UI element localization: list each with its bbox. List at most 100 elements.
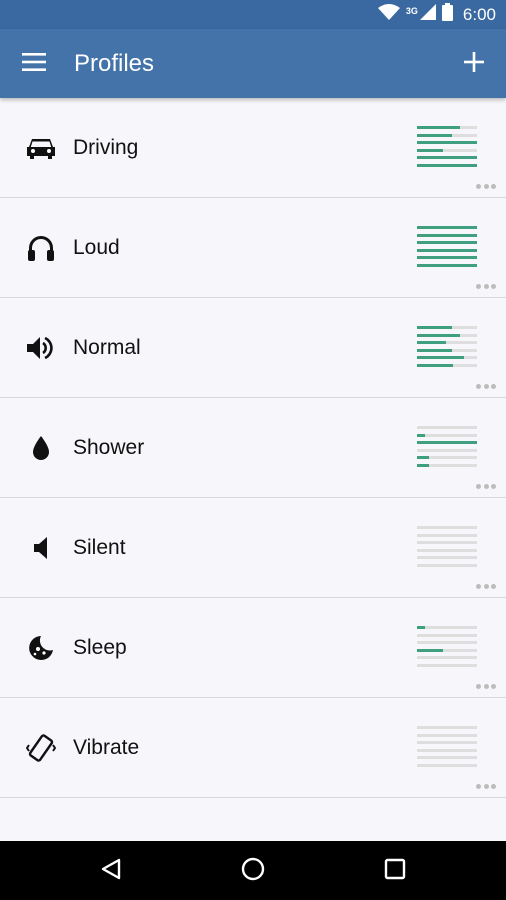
profile-row-shower[interactable]: Shower bbox=[0, 398, 506, 498]
headphones-icon bbox=[26, 233, 56, 263]
level-bar bbox=[417, 533, 477, 537]
level-bar bbox=[417, 363, 477, 367]
level-bar-fill bbox=[417, 626, 426, 629]
level-bar bbox=[417, 626, 477, 629]
level-bar bbox=[417, 656, 477, 659]
level-bar bbox=[417, 448, 477, 452]
level-bar-fill bbox=[417, 441, 477, 444]
level-bar bbox=[417, 256, 477, 259]
profile-row-loud[interactable]: Loud bbox=[0, 198, 506, 298]
level-bar bbox=[417, 441, 477, 444]
home-icon bbox=[241, 857, 265, 886]
more-options-button[interactable] bbox=[474, 182, 498, 190]
profile-row-sleep[interactable]: Sleep bbox=[0, 598, 506, 698]
home-button[interactable] bbox=[232, 850, 274, 892]
level-bar bbox=[417, 663, 477, 667]
more-options-button[interactable] bbox=[474, 582, 498, 590]
level-bars bbox=[417, 426, 477, 470]
profile-label: Loud bbox=[73, 236, 120, 259]
level-bar bbox=[417, 733, 477, 737]
level-bar bbox=[417, 433, 477, 437]
network-type-label: 3G bbox=[405, 5, 418, 16]
level-bar bbox=[417, 356, 477, 359]
level-bar bbox=[417, 248, 477, 252]
level-bar bbox=[417, 348, 477, 352]
more-options-button[interactable] bbox=[474, 382, 498, 390]
level-bar bbox=[417, 233, 477, 237]
level-bar bbox=[417, 641, 477, 644]
level-bars bbox=[417, 626, 477, 670]
level-bar bbox=[417, 141, 477, 144]
menu-icon bbox=[22, 52, 46, 76]
level-bar bbox=[417, 526, 477, 529]
level-bar bbox=[417, 463, 477, 467]
level-bar-fill bbox=[417, 133, 452, 137]
level-bar bbox=[417, 226, 477, 229]
level-bar-fill bbox=[417, 141, 477, 144]
water-drop-icon bbox=[26, 433, 56, 463]
level-bar bbox=[417, 541, 477, 544]
profile-label: Driving bbox=[73, 136, 139, 159]
level-bar-fill bbox=[417, 241, 477, 244]
level-bar bbox=[417, 556, 477, 559]
level-bar-fill bbox=[417, 233, 477, 237]
speaker-icon bbox=[26, 333, 56, 363]
level-bars bbox=[417, 726, 477, 770]
profile-row-driving[interactable]: Driving bbox=[0, 98, 506, 198]
back-icon bbox=[100, 858, 122, 885]
profile-label: Normal bbox=[73, 336, 141, 359]
level-bar bbox=[417, 741, 477, 744]
more-options-button[interactable] bbox=[474, 482, 498, 490]
more-options-button[interactable] bbox=[474, 282, 498, 290]
profile-label: Sleep bbox=[73, 636, 127, 659]
level-bar bbox=[417, 163, 477, 167]
back-button[interactable] bbox=[90, 850, 132, 892]
level-bars bbox=[417, 326, 477, 370]
moon-icon bbox=[26, 633, 56, 663]
car-icon bbox=[26, 133, 56, 163]
vibrate-icon bbox=[26, 733, 56, 763]
level-bar bbox=[417, 726, 477, 729]
level-bar bbox=[417, 326, 477, 329]
level-bar-fill bbox=[417, 348, 452, 352]
level-bar-fill bbox=[417, 248, 477, 252]
more-options-button[interactable] bbox=[474, 682, 498, 690]
profile-list: Driving Loud Normal Shower Silent Sleep … bbox=[0, 98, 506, 798]
volume-mute-icon bbox=[26, 533, 56, 563]
add-profile-button[interactable] bbox=[456, 46, 492, 82]
menu-button[interactable] bbox=[14, 46, 54, 82]
add-icon bbox=[464, 51, 484, 77]
level-bar bbox=[417, 241, 477, 244]
level-bar bbox=[417, 333, 477, 337]
level-bar bbox=[417, 263, 477, 267]
more-options-button[interactable] bbox=[474, 782, 498, 790]
level-bar bbox=[417, 133, 477, 137]
recents-button[interactable] bbox=[374, 850, 416, 892]
profile-row-normal[interactable]: Normal bbox=[0, 298, 506, 398]
battery-icon bbox=[441, 3, 453, 26]
level-bar-fill bbox=[417, 326, 452, 329]
level-bar bbox=[417, 563, 477, 567]
level-bar bbox=[417, 633, 477, 637]
level-bar-fill bbox=[417, 363, 453, 367]
level-bars bbox=[417, 126, 477, 170]
profile-row-vibrate[interactable]: Vibrate bbox=[0, 698, 506, 798]
profile-row-silent[interactable]: Silent bbox=[0, 498, 506, 598]
recents-icon bbox=[384, 858, 406, 885]
level-bar-fill bbox=[417, 256, 477, 259]
profile-label: Vibrate bbox=[73, 736, 140, 759]
level-bar bbox=[417, 748, 477, 752]
status-icons: 3G 6:00 bbox=[377, 0, 496, 29]
status-bar: 3G 6:00 bbox=[0, 0, 506, 29]
level-bar-fill bbox=[417, 648, 444, 652]
level-bar bbox=[417, 426, 477, 429]
level-bar bbox=[417, 456, 477, 459]
profile-label: Silent bbox=[73, 536, 126, 559]
wifi-icon bbox=[377, 4, 400, 25]
level-bar bbox=[417, 156, 477, 159]
level-bar bbox=[417, 756, 477, 759]
level-bars bbox=[417, 526, 477, 570]
level-bar-fill bbox=[417, 433, 426, 437]
cell-signal-icon bbox=[419, 4, 436, 25]
level-bar-fill bbox=[417, 263, 477, 267]
